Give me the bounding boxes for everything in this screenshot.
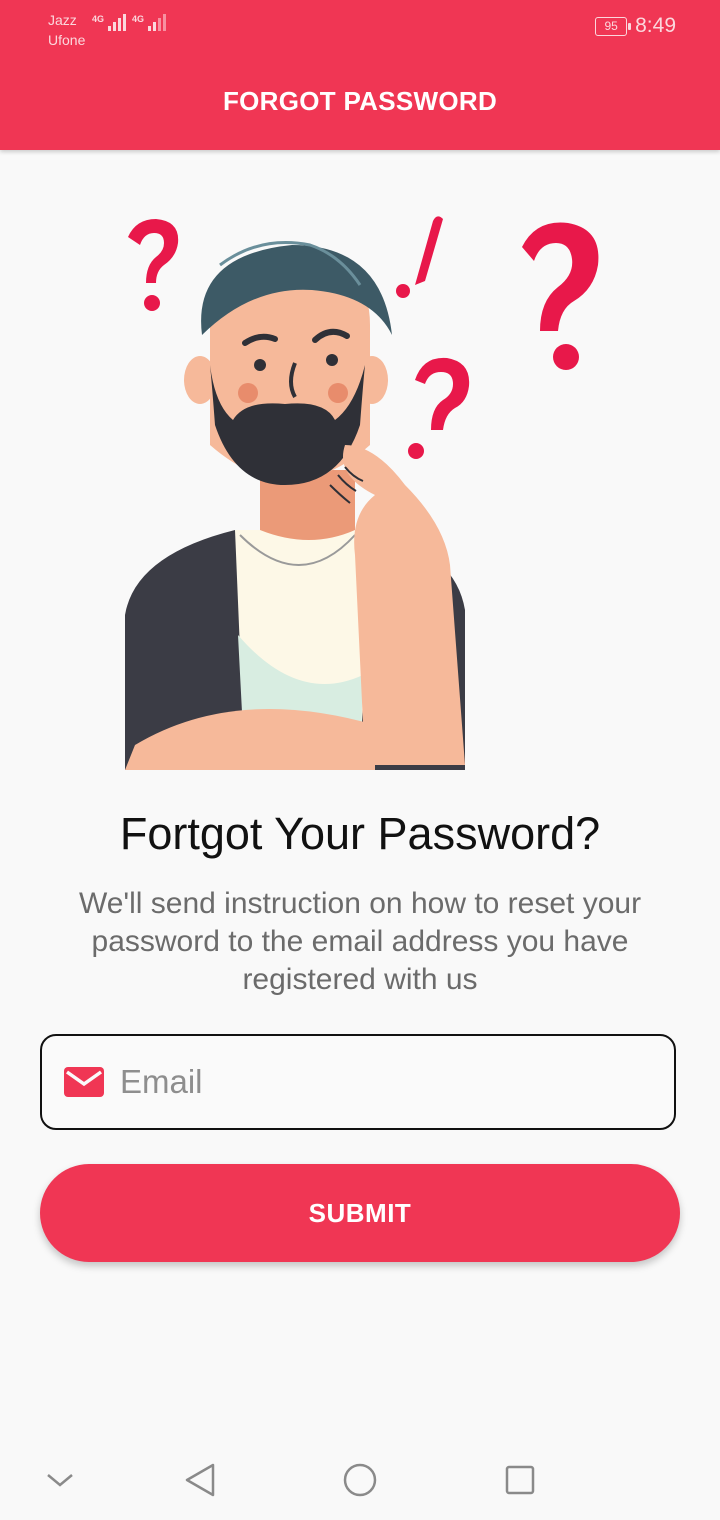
instruction-text: We'll send instruction on how to reset y… [78,887,642,996]
network-type-1: 4G [92,14,105,24]
battery-icon: 95 [595,16,632,36]
signal-icon: 4G [132,14,167,31]
network-type-2: 4G [132,14,145,24]
recents-square-icon[interactable] [498,1458,542,1502]
home-circle-icon[interactable] [338,1458,382,1502]
system-nav-bar [0,1440,720,1520]
chevron-down-icon[interactable] [38,1458,82,1502]
submit-button[interactable]: SUBMIT [40,1164,680,1262]
signal-indicators: 4G 4G [92,14,167,31]
email-input[interactable] [118,1062,642,1102]
page-title: FORGOT PASSWORD [222,86,498,116]
back-triangle-icon[interactable] [178,1458,222,1502]
email-field[interactable] [40,1034,676,1130]
carrier-info: Jazz Ufone [48,10,85,50]
carrier-2-label: Ufone [48,32,86,48]
signal-icon: 4G [92,14,127,31]
confused-man-illustration [125,216,599,770]
forgot-password-heading: Fortgot Your Password? [119,808,601,859]
status-right: 95 8:49 [595,14,676,38]
carrier-1-label: Jazz [48,12,77,28]
app-bar: Jazz Ufone 4G 4G 95 8:49 FORGOT PASSWORD [0,0,720,150]
clock: 8:49 [635,14,676,37]
mail-icon [64,1067,104,1097]
